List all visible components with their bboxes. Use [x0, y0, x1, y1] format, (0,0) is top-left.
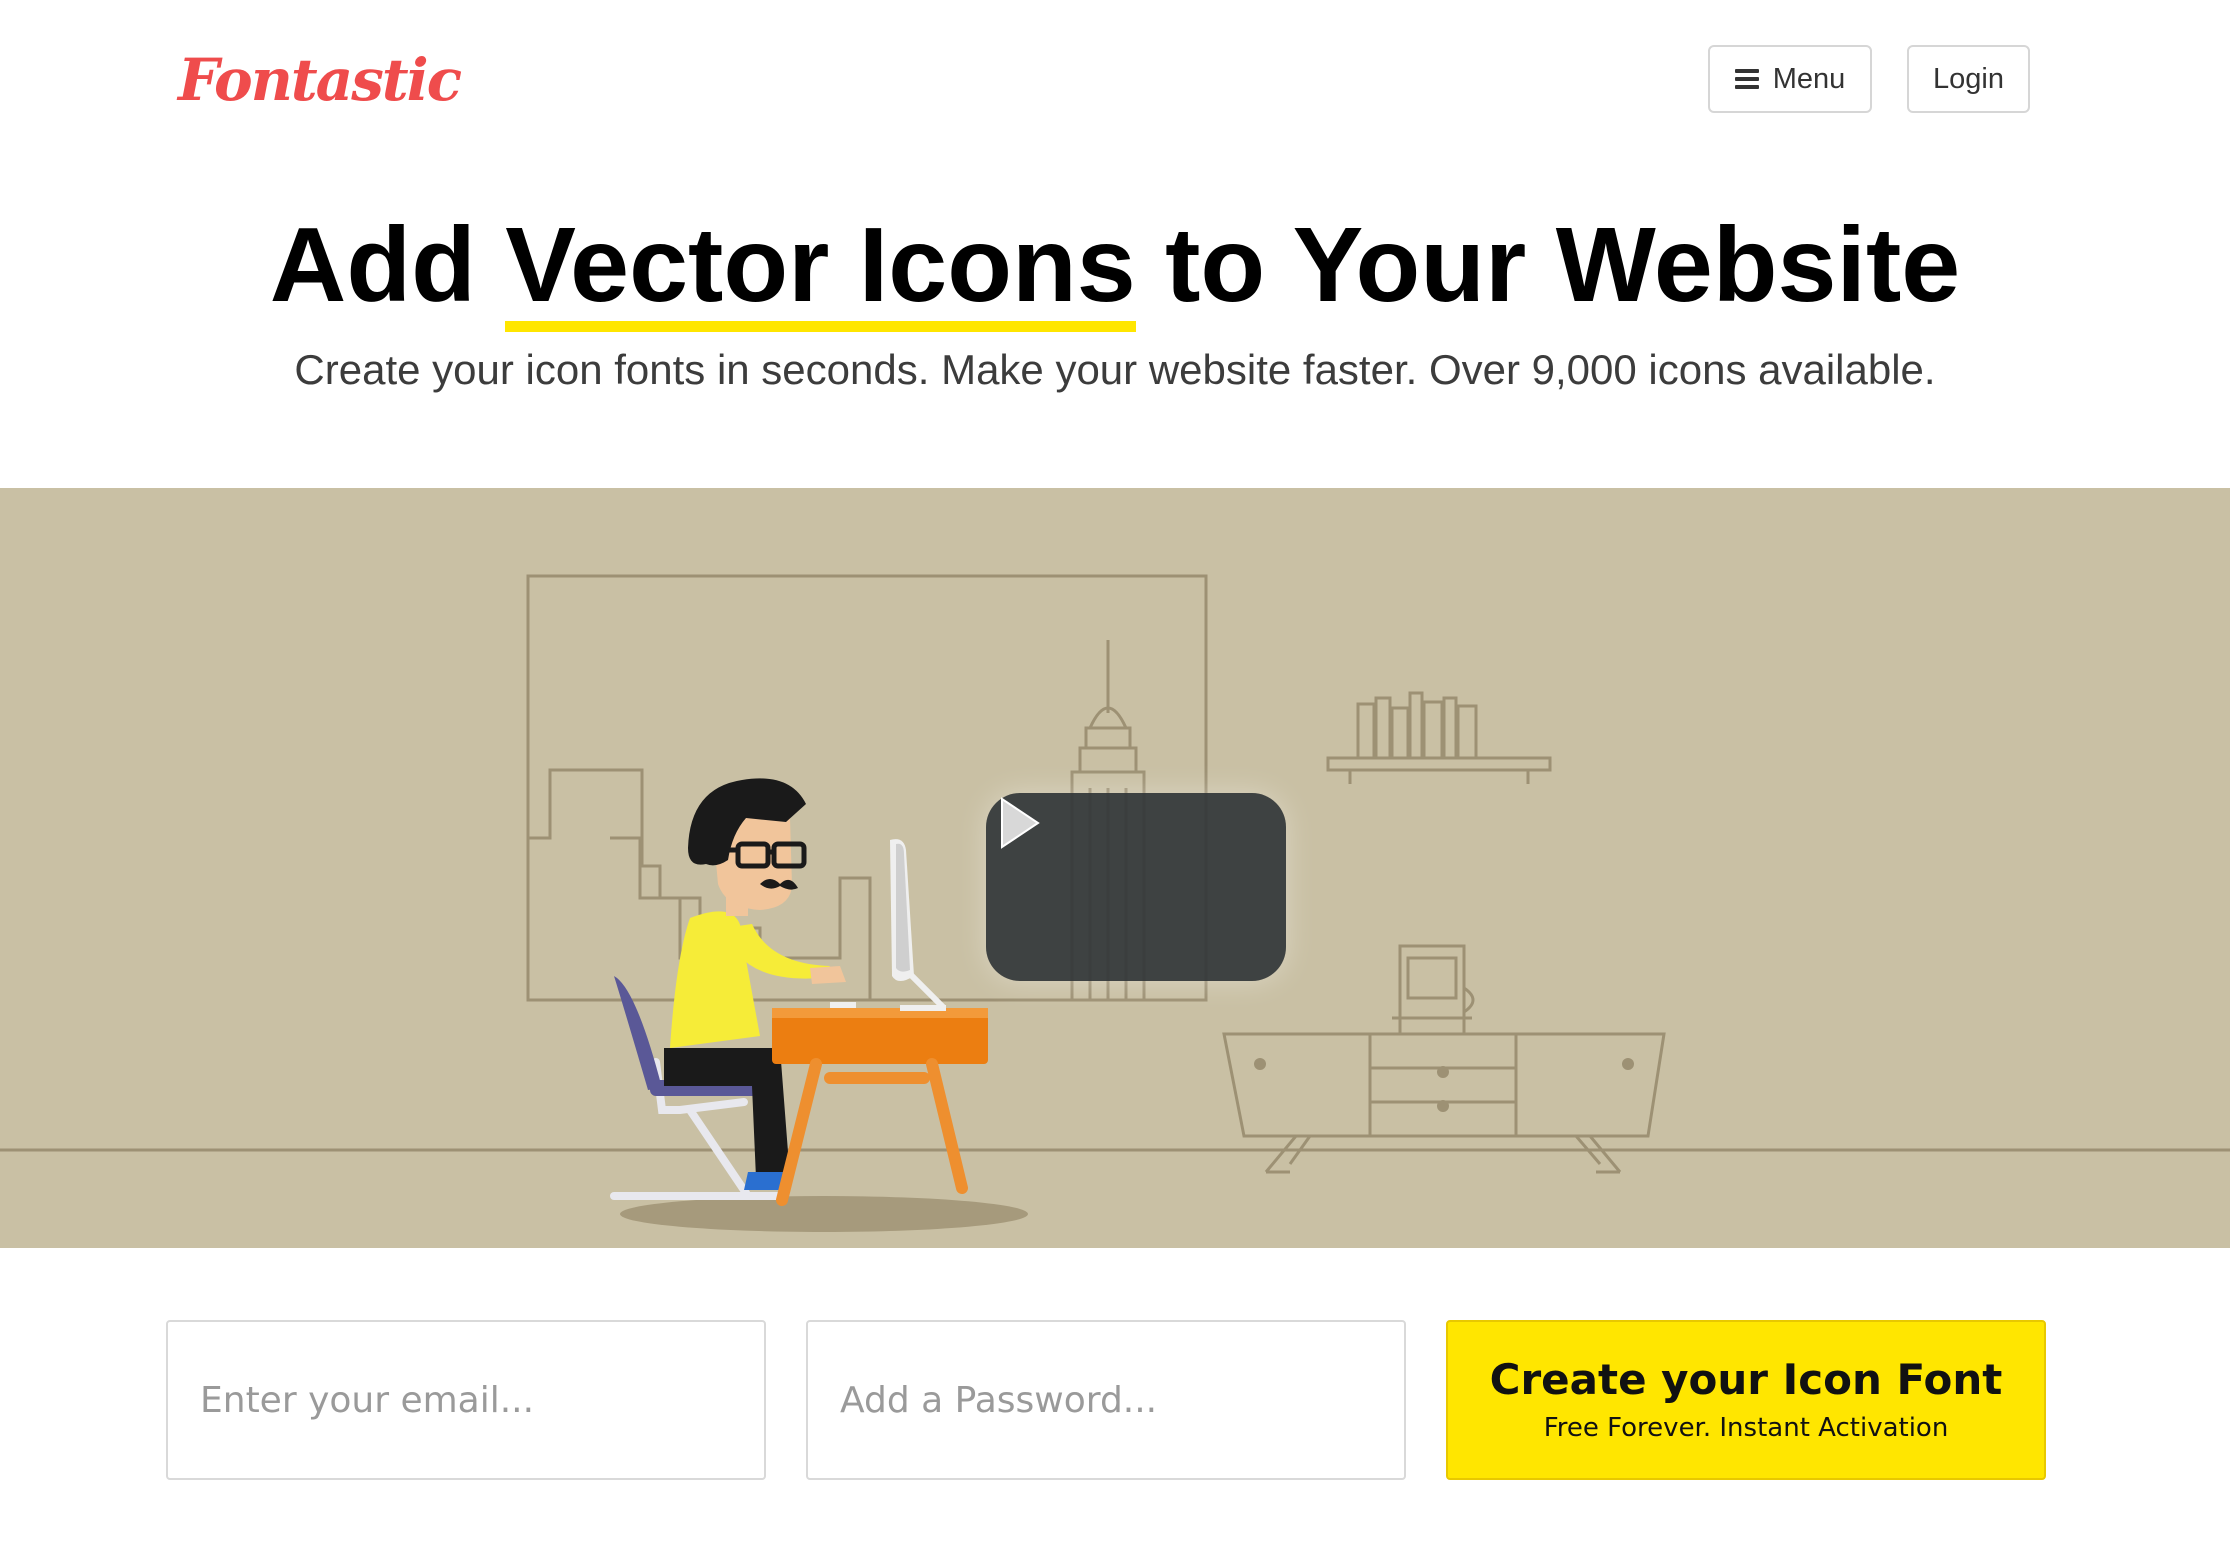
login-button[interactable]: Login: [1907, 45, 2030, 113]
play-icon: [1001, 797, 1040, 849]
cta-subtitle: Free Forever. Instant Activation: [1543, 1413, 1949, 1443]
password-field[interactable]: [806, 1320, 1406, 1480]
create-icon-font-button[interactable]: Create your Icon Font Free Forever. Inst…: [1446, 1320, 2046, 1480]
login-button-label: Login: [1933, 62, 2004, 95]
headline-tail: to Your Website: [1135, 206, 1961, 324]
menu-button[interactable]: Menu: [1708, 45, 1872, 113]
headline-highlight: Vector Icons: [505, 200, 1136, 332]
page: Fontastic Menu Login Add Vector Icons to…: [0, 0, 2230, 1552]
hamburger-icon: [1734, 69, 1759, 89]
video-player[interactable]: [0, 488, 2230, 1248]
play-button[interactable]: [986, 793, 1286, 981]
page-subtitle: Create your icon fonts in seconds. Make …: [294, 346, 1936, 393]
fontastic-logo[interactable]: Fontastic: [178, 40, 462, 120]
page-title: Add Vector Icons to Your Website: [0, 200, 2230, 332]
menu-button-label: Menu: [1772, 62, 1846, 95]
email-field[interactable]: [166, 1320, 766, 1480]
cta-title: Create your Icon Font: [1489, 1355, 2003, 1404]
headline-lead: Add: [269, 206, 506, 324]
